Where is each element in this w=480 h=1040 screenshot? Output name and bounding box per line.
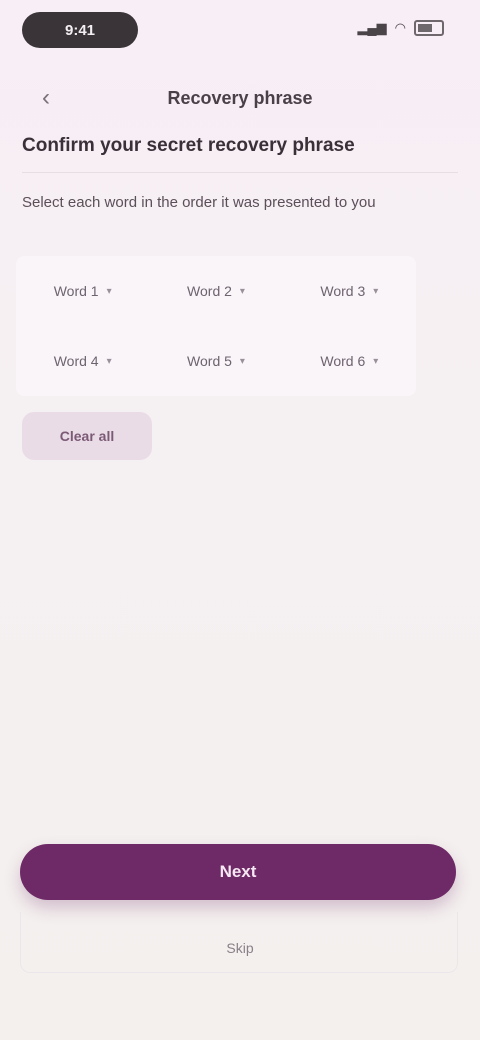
word-slot-5[interactable]: Word 5 ▾	[149, 326, 282, 396]
skip-link[interactable]: Skip	[0, 940, 480, 956]
chevron-down-icon: ▾	[106, 355, 112, 367]
status-time: 9:41	[22, 12, 138, 48]
header: ‹ Recovery phrase	[0, 72, 480, 124]
chevron-down-icon: ▾	[373, 285, 379, 297]
chevron-down-icon: ▾	[373, 355, 379, 367]
word-label: Word 3	[320, 283, 366, 299]
word-grid: Word 1 ▾ Word 2 ▾ Word 3 ▾ Word 4 ▾ Word…	[16, 256, 416, 396]
word-label: Word 5	[187, 353, 232, 369]
word-slot-4[interactable]: Word 4 ▾	[16, 326, 149, 396]
instructions-text: Select each word in the order it was pre…	[22, 194, 376, 211]
word-label: Word 6	[320, 353, 366, 369]
word-label: Word 2	[187, 283, 232, 299]
question-heading: Confirm your secret recovery phrase	[22, 135, 355, 156]
arrow-left-icon: ‹	[42, 84, 50, 111]
back-button[interactable]: ‹	[26, 78, 66, 118]
page-title: Recovery phrase	[167, 88, 313, 108]
word-slot-6[interactable]: Word 6 ▾	[283, 326, 416, 396]
signal-icon: ▂▄▆	[357, 20, 387, 35]
next-button[interactable]: Next	[20, 844, 456, 900]
clear-button[interactable]: Clear all	[22, 412, 152, 460]
word-label: Word 4	[53, 353, 99, 369]
battery-icon	[414, 20, 444, 36]
chevron-down-icon: ▾	[239, 355, 245, 367]
chevron-down-icon: ▾	[106, 285, 112, 297]
word-slot-1[interactable]: Word 1 ▾	[16, 256, 149, 326]
word-label: Word 1	[53, 283, 99, 299]
status-bar: 9:41 ▂▄▆ ◠	[0, 0, 480, 60]
divider	[22, 172, 458, 173]
wifi-icon: ◠	[394, 20, 406, 35]
status-icons: ▂▄▆ ◠	[357, 20, 444, 36]
word-slot-2[interactable]: Word 2 ▾	[149, 256, 282, 326]
chevron-down-icon: ▾	[239, 285, 245, 297]
word-slot-3[interactable]: Word 3 ▾	[283, 256, 416, 326]
